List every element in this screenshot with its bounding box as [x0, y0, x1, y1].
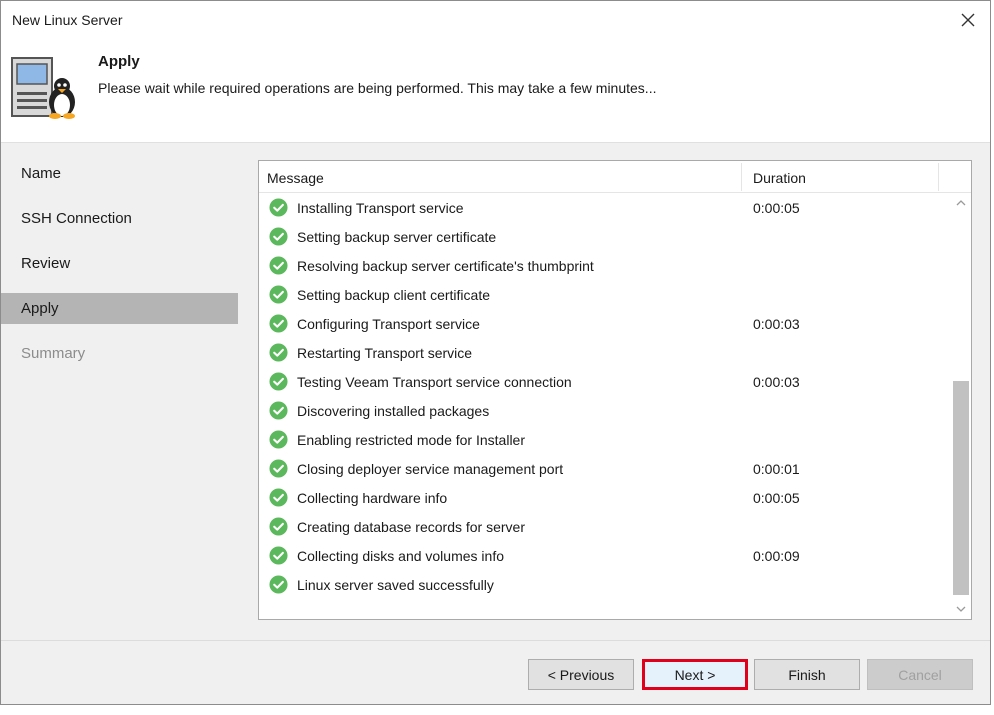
close-button[interactable]	[954, 7, 982, 33]
log-row[interactable]: Linux server saved successfully	[259, 570, 949, 599]
success-check-icon	[269, 256, 288, 275]
success-check-icon	[269, 343, 288, 362]
success-check-icon	[269, 227, 288, 246]
log-message: Resolving backup server certificate's th…	[297, 258, 594, 274]
step-name[interactable]: Name	[1, 158, 238, 189]
content-area: Message Duration Installing Transport se…	[238, 143, 990, 640]
log-message: Creating database records for server	[297, 519, 525, 535]
success-check-icon	[269, 401, 288, 420]
page-description: Please wait while required operations ar…	[98, 80, 657, 96]
success-check-icon	[269, 198, 288, 217]
log-rows: Installing Transport service 0:00:05 Setti…	[259, 193, 949, 599]
log-message: Collecting disks and volumes info	[297, 548, 504, 564]
success-check-icon	[269, 575, 288, 594]
log-message: Collecting hardware info	[297, 490, 448, 506]
log-message: Configuring Transport service	[297, 316, 480, 332]
log-row[interactable]: Resolving backup server certificate's th…	[259, 251, 949, 280]
column-divider[interactable]	[938, 163, 939, 191]
wizard-steps-sidebar: Name SSH Connection Review Apply Summary	[1, 143, 238, 640]
log-duration: 0:00:05	[753, 490, 800, 506]
log-message: Closing deployer service management port	[297, 461, 564, 477]
log-message: Linux server saved successfully	[297, 577, 494, 593]
title-bar: New Linux Server	[1, 1, 990, 39]
previous-button[interactable]: < Previous	[528, 659, 634, 690]
success-check-icon	[269, 488, 288, 507]
log-duration: 0:00:03	[753, 374, 800, 390]
operations-log: Message Duration Installing Transport se…	[258, 160, 972, 620]
finish-button[interactable]: Finish	[754, 659, 860, 690]
log-row[interactable]: Discovering installed packages	[259, 396, 949, 425]
chevron-up-icon	[956, 200, 966, 206]
log-message: Restarting Transport service	[297, 345, 473, 361]
cancel-button: Cancel	[867, 659, 973, 690]
step-ssh-connection[interactable]: SSH Connection	[1, 203, 238, 234]
scroll-down-button[interactable]	[951, 599, 971, 619]
log-message: Setting backup client certificate	[297, 287, 490, 303]
log-scrollbar[interactable]	[951, 193, 971, 619]
log-row[interactable]: Closing deployer service management port…	[259, 454, 949, 483]
log-row[interactable]: Setting backup client certificate	[259, 280, 949, 309]
log-duration: 0:00:05	[753, 200, 800, 216]
page-title: Apply	[98, 53, 140, 70]
success-check-icon	[269, 546, 288, 565]
success-check-icon	[269, 430, 288, 449]
next-button[interactable]: Next >	[642, 659, 748, 690]
wizard-header: Apply Please wait while required operati…	[1, 39, 990, 143]
success-check-icon	[269, 285, 288, 304]
window-title: New Linux Server	[12, 12, 123, 28]
success-check-icon	[269, 314, 288, 333]
new-linux-server-dialog: New Linux Server Apply Please wait while…	[0, 0, 991, 705]
log-message: Testing Veeam Transport service connecti…	[297, 374, 572, 390]
linux-server-icon	[11, 57, 75, 119]
close-icon	[961, 13, 975, 27]
log-message: Discovering installed packages	[297, 403, 490, 419]
log-row[interactable]: Configuring Transport service 0:00:03	[259, 309, 949, 338]
log-row[interactable]: Collecting disks and volumes info 0:00:09	[259, 541, 949, 570]
log-message: Installing Transport service	[297, 200, 464, 216]
log-row[interactable]: Installing Transport service 0:00:05	[259, 193, 949, 222]
step-summary: Summary	[21, 345, 86, 362]
success-check-icon	[269, 459, 288, 478]
log-row[interactable]: Testing Veeam Transport service connecti…	[259, 367, 949, 396]
wizard-footer: < Previous Next > Finish Cancel	[1, 640, 990, 704]
log-duration: 0:00:03	[753, 316, 800, 332]
log-row[interactable]: Setting backup server certificate	[259, 222, 949, 251]
log-header: Message Duration	[259, 161, 971, 193]
scroll-thumb[interactable]	[953, 381, 969, 595]
log-message: Setting backup server certificate	[297, 229, 497, 245]
chevron-down-icon	[956, 606, 966, 612]
log-row[interactable]: Creating database records for server	[259, 512, 949, 541]
log-row[interactable]: Enabling restricted mode for Installer	[259, 425, 949, 454]
step-review[interactable]: Review	[1, 248, 238, 279]
success-check-icon	[269, 372, 288, 391]
column-divider[interactable]	[741, 163, 742, 191]
column-header-duration[interactable]: Duration	[753, 170, 806, 186]
log-row[interactable]: Collecting hardware info 0:00:05	[259, 483, 949, 512]
scroll-up-button[interactable]	[951, 193, 971, 213]
success-check-icon	[269, 517, 288, 536]
log-duration: 0:00:01	[753, 461, 800, 477]
log-row[interactable]: Restarting Transport service	[259, 338, 949, 367]
column-header-message[interactable]: Message	[267, 170, 324, 186]
log-duration: 0:00:09	[753, 548, 800, 564]
step-apply[interactable]: Apply	[1, 293, 238, 324]
log-message: Enabling restricted mode for Installer	[297, 432, 525, 448]
